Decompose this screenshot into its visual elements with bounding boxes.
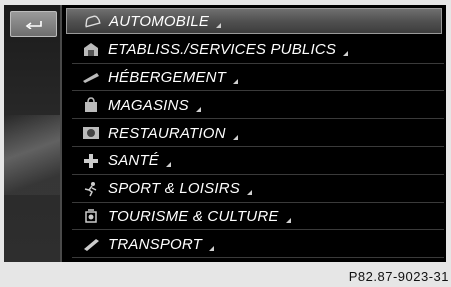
submenu-arrow-icon bbox=[246, 190, 252, 196]
submenu-arrow-icon bbox=[285, 217, 291, 223]
menu-item-label: ETABLISS./SERVICES PUBLICS bbox=[108, 41, 337, 59]
tourism-icon bbox=[82, 208, 100, 224]
back-button[interactable] bbox=[10, 11, 57, 37]
menu-item-label: RESTAURATION bbox=[108, 124, 226, 142]
medical-cross-icon bbox=[82, 153, 100, 169]
back-arrow-icon bbox=[25, 21, 42, 29]
submenu-arrow-icon bbox=[166, 162, 172, 168]
menu-item-label: TOURISME & CULTURE bbox=[108, 207, 279, 225]
menu-item-tourisme-culture[interactable]: TOURISME & CULTURE bbox=[66, 203, 444, 231]
menu-item-label: AUTOMOBILE bbox=[109, 12, 210, 30]
bed-icon bbox=[82, 69, 100, 85]
panel-gloss bbox=[4, 115, 60, 195]
submenu-arrow-icon bbox=[216, 22, 222, 28]
menu-item-label: SANTÉ bbox=[108, 152, 160, 170]
car-icon bbox=[83, 13, 101, 29]
category-menu: AUTOMOBILE ETABLISS./SERVICES PUBLICS HÉ… bbox=[66, 8, 444, 262]
submenu-arrow-icon bbox=[195, 106, 201, 112]
restaurant-icon bbox=[82, 125, 100, 141]
menu-item-sport-loisirs[interactable]: SPORT & LOISIRS bbox=[66, 175, 444, 203]
submenu-arrow-icon bbox=[343, 51, 349, 57]
sport-icon bbox=[82, 181, 100, 197]
shopping-icon bbox=[82, 97, 100, 113]
display-screen: AUTOMOBILE ETABLISS./SERVICES PUBLICS HÉ… bbox=[4, 5, 446, 262]
submenu-arrow-icon bbox=[209, 245, 215, 251]
menu-item-hebergement[interactable]: HÉBERGEMENT bbox=[66, 64, 444, 92]
menu-item-services-publics[interactable]: ETABLISS./SERVICES PUBLICS bbox=[66, 36, 444, 64]
menu-item-automobile[interactable]: AUTOMOBILE bbox=[66, 8, 442, 34]
menu-item-sante[interactable]: SANTÉ bbox=[66, 147, 444, 175]
transport-icon bbox=[82, 236, 100, 252]
submenu-arrow-icon bbox=[233, 78, 239, 84]
left-panel bbox=[4, 5, 60, 262]
submenu-arrow-icon bbox=[232, 134, 238, 140]
menu-item-label: MAGASINS bbox=[108, 96, 189, 114]
menu-item-label: SPORT & LOISIRS bbox=[108, 180, 240, 198]
panel-divider bbox=[60, 5, 62, 262]
menu-item-label: TRANSPORT bbox=[108, 235, 203, 253]
menu-item-transport[interactable]: TRANSPORT bbox=[66, 230, 444, 259]
menu-item-restauration[interactable]: RESTAURATION bbox=[66, 119, 444, 147]
figure-code: P82.87-9023-31 bbox=[348, 269, 449, 284]
building-icon bbox=[82, 42, 100, 58]
menu-item-magasins[interactable]: MAGASINS bbox=[66, 91, 444, 120]
row-divider bbox=[72, 257, 444, 259]
menu-item-label: HÉBERGEMENT bbox=[108, 68, 227, 86]
